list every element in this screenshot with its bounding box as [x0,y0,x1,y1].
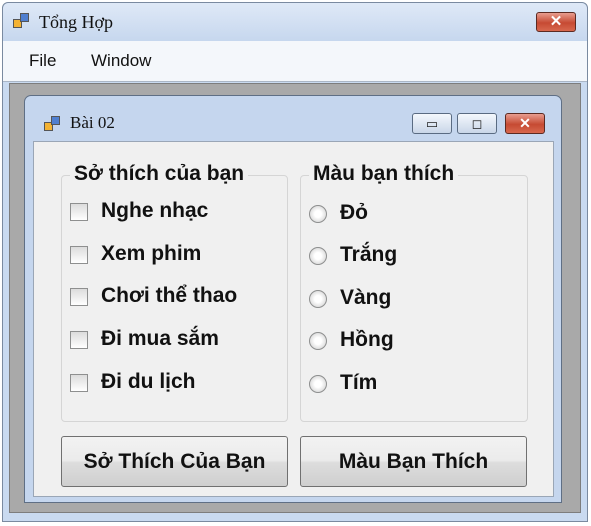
radio-trang[interactable] [309,247,327,265]
checkbox-di-mua-sam[interactable] [70,331,88,349]
radio-vang[interactable] [309,290,327,308]
colors-groupbox [300,175,528,422]
main-titlebar[interactable]: Tổng Hợp ✕ [3,3,587,41]
radio-label: Hồng [340,328,394,351]
radio-label: Trắng [340,243,398,266]
child-window-title: Bài 02 [70,113,115,132]
checkbox-xem-phim[interactable] [70,246,88,264]
checkbox-nghe-nhac[interactable] [70,203,88,221]
checkbox-choi-the-thao[interactable] [70,288,88,306]
radio-label: Đỏ [340,201,368,224]
hobbies-group-title: Sở thích của bạn [70,162,249,186]
checkbox-label: Đi du lịch [101,370,196,393]
app-icon [13,13,29,29]
checkbox-label: Nghe nhạc [101,199,209,222]
main-close-button[interactable]: ✕ [536,12,576,32]
menu-file[interactable]: File [29,51,56,71]
radio-label: Vàng [340,286,392,309]
checkbox-di-du-lich[interactable] [70,374,88,392]
child-minimize-button[interactable]: ▭ [412,113,452,134]
checkbox-label: Đi mua sắm [101,327,219,350]
colors-group-title: Màu bạn thích [309,162,459,186]
radio-tim[interactable] [309,375,327,393]
main-window-title: Tổng Hợp [39,12,114,32]
form-client-area: Sở thích của bạn Nghe nhạc Xem phim Chơi… [33,141,554,497]
child-maximize-button[interactable]: ◻ [457,113,497,134]
radio-label: Tím [340,371,378,394]
radio-hong[interactable] [309,332,327,350]
checkbox-label: Xem phim [101,242,202,265]
hobbies-button[interactable]: Sở Thích Của Bạn [61,436,288,487]
child-app-icon [44,116,60,132]
menu-window[interactable]: Window [91,51,151,71]
checkbox-label: Chơi thể thao [101,284,238,307]
colors-button[interactable]: Màu Bạn Thích [300,436,527,487]
radio-do[interactable] [309,205,327,223]
child-close-button[interactable]: ✕ [505,113,545,134]
menu-bar: File Window [3,41,587,82]
